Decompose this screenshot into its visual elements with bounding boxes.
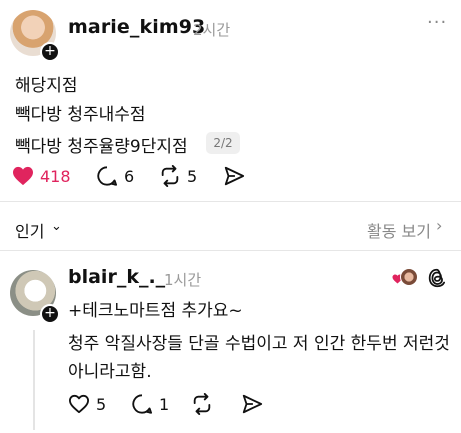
repost-button[interactable]: 5 bbox=[159, 163, 197, 189]
repost-count: 5 bbox=[187, 166, 198, 186]
like-button[interactable]: 5 bbox=[68, 391, 106, 417]
author-avatar bbox=[400, 268, 418, 286]
post-text-line: 빽다방 청주율량9단지점 bbox=[15, 137, 188, 157]
reply-text-body: 청주 악질사장들 단골 수법이고 저 인간 한두번 저런것 아니라고함. bbox=[68, 334, 450, 382]
reply-text-line: +테크노마트점 추가요~ bbox=[68, 301, 243, 321]
divider bbox=[0, 201, 461, 202]
comment-count: 6 bbox=[124, 166, 135, 186]
like-button[interactable]: 418 bbox=[12, 163, 71, 189]
follow-plus-icon[interactable]: + bbox=[40, 304, 60, 324]
comment-button[interactable]: 6 bbox=[96, 163, 134, 189]
like-count: 5 bbox=[96, 394, 107, 414]
like-count: 418 bbox=[40, 166, 71, 186]
share-button[interactable] bbox=[241, 391, 263, 417]
thread-line bbox=[33, 330, 35, 430]
main-post: + marie_kim93 2시간 ··· 해당지점 빽다방 청주내수점 빽다방… bbox=[0, 0, 461, 200]
comment-bubble-icon bbox=[132, 394, 152, 414]
comment-count: 1 bbox=[159, 394, 170, 414]
repost-icon bbox=[193, 393, 211, 415]
view-activity-link[interactable]: 활동 보기 bbox=[367, 218, 431, 242]
heart-filled-icon bbox=[13, 166, 33, 186]
more-options-icon[interactable]: ··· bbox=[427, 12, 447, 33]
post-username[interactable]: marie_kim93 bbox=[68, 16, 205, 38]
page-indicator-badge: 2/2 bbox=[206, 132, 240, 154]
post-text-line: 해당지점 bbox=[15, 76, 78, 96]
heart-outline-icon bbox=[69, 394, 89, 414]
comment-button[interactable]: 1 bbox=[131, 391, 169, 417]
post-text-line: 빽다방 청주내수점 bbox=[15, 105, 146, 125]
threads-logo-icon bbox=[428, 268, 446, 288]
send-icon bbox=[224, 166, 245, 186]
comment-bubble-icon bbox=[97, 166, 117, 186]
reply-actions: 5 1 bbox=[68, 391, 368, 417]
sort-selector[interactable]: 인기 bbox=[15, 218, 44, 242]
send-icon bbox=[242, 394, 263, 414]
post-time: 2시간 bbox=[193, 21, 231, 39]
reply-username[interactable]: blair_k_._ bbox=[68, 266, 165, 288]
repost-button[interactable] bbox=[191, 391, 213, 417]
chevron-down-icon[interactable]: ⌄ bbox=[51, 219, 62, 234]
author-liked-indicator bbox=[392, 268, 418, 288]
reply-time: 1시간 bbox=[164, 271, 202, 289]
repost-icon bbox=[161, 165, 179, 187]
follow-plus-icon[interactable]: + bbox=[40, 42, 60, 62]
divider bbox=[0, 250, 461, 251]
post-actions: 418 6 5 bbox=[12, 163, 372, 189]
share-button[interactable] bbox=[223, 163, 245, 189]
chevron-right-icon[interactable]: › bbox=[436, 216, 442, 235]
